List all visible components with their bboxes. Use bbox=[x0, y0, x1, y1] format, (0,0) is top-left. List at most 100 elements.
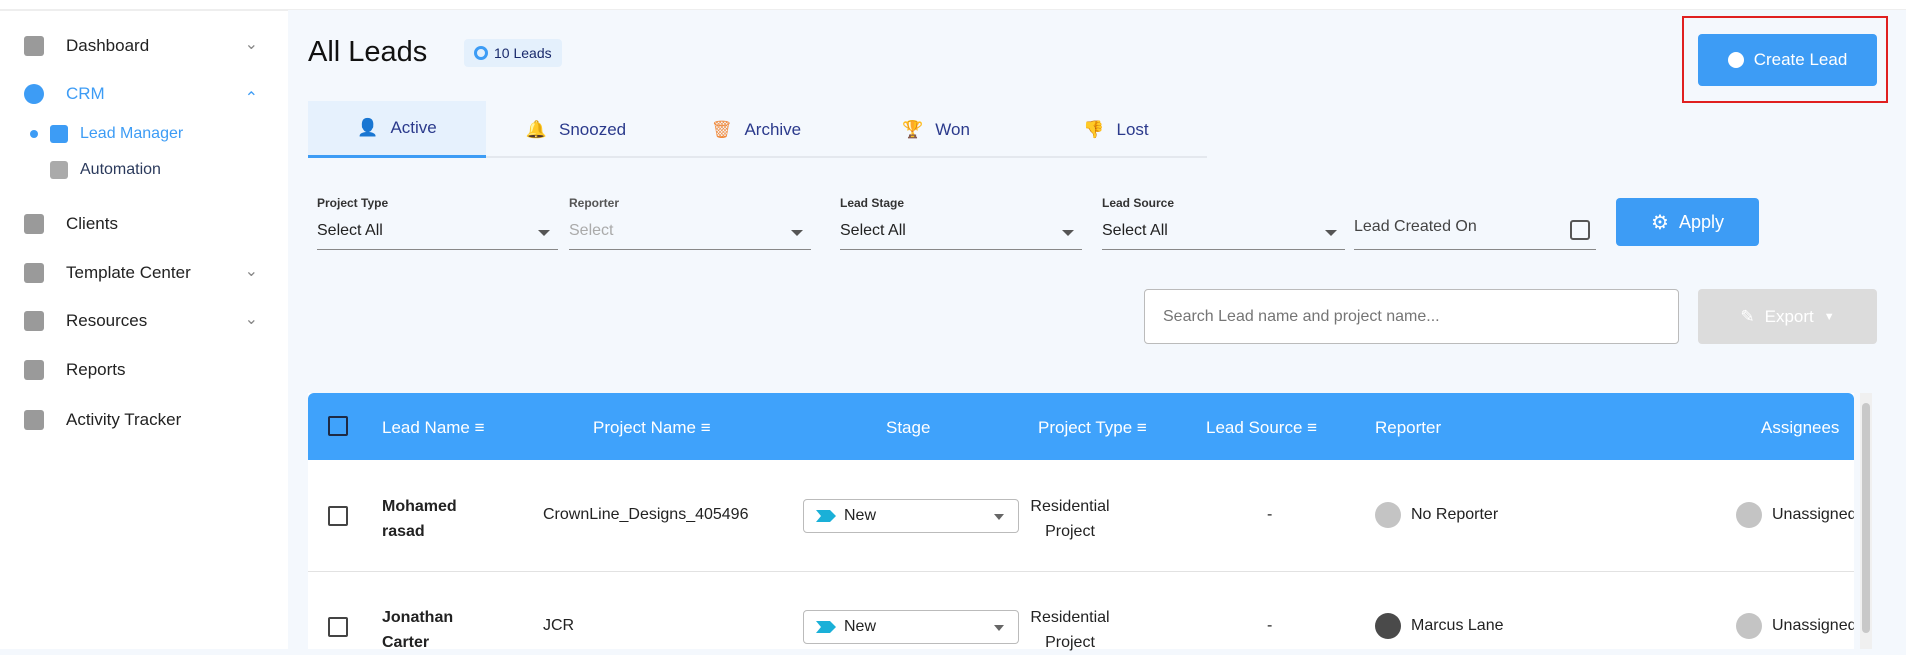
col-project-name[interactable]: Project Name ≡ bbox=[593, 418, 711, 438]
active-dot-icon bbox=[30, 130, 38, 138]
reporter: Marcus Lane bbox=[1375, 613, 1504, 639]
avatar bbox=[1736, 502, 1762, 528]
lead-source-filter[interactable]: Lead Source Select All bbox=[1102, 196, 1345, 250]
project-name: JCR bbox=[543, 617, 575, 634]
filter-label: Lead Source bbox=[1102, 196, 1175, 210]
project-type-line: Project bbox=[1045, 634, 1095, 651]
sidebar-label: CRM bbox=[66, 84, 105, 103]
sidebar-label: Template Center bbox=[66, 263, 191, 282]
search-input[interactable] bbox=[1144, 289, 1679, 344]
chevron-down-icon: ⌄ bbox=[244, 311, 258, 328]
scrollbar-thumb[interactable] bbox=[1862, 403, 1870, 633]
avatar bbox=[1375, 613, 1401, 639]
chevron-down-icon: ⌄ bbox=[244, 36, 258, 53]
tab-won[interactable]: 🏆 Won bbox=[846, 101, 1026, 158]
stage-value: New bbox=[844, 507, 877, 524]
col-lead-name[interactable]: Lead Name ≡ bbox=[382, 418, 485, 438]
col-reporter: Reporter bbox=[1375, 418, 1442, 437]
create-lead-button[interactable]: Create Lead bbox=[1698, 34, 1877, 86]
tab-label: Won bbox=[935, 119, 970, 139]
sidebar-item-template-center[interactable]: Template Center ⌄ bbox=[0, 253, 288, 293]
avatar bbox=[1736, 613, 1762, 639]
col-stage: Stage bbox=[886, 418, 931, 437]
resources-icon bbox=[24, 311, 44, 331]
button-label: Apply bbox=[1678, 211, 1724, 232]
row-checkbox[interactable] bbox=[328, 617, 348, 637]
sort-icon: ≡ bbox=[1307, 418, 1318, 437]
col-lead-source[interactable]: Lead Source ≡ bbox=[1206, 418, 1317, 438]
sort-icon: ≡ bbox=[1136, 418, 1147, 437]
sidebar-item-dashboard[interactable]: Dashboard ⌄ bbox=[0, 26, 288, 66]
sidebar-label: Automation bbox=[80, 161, 161, 178]
tab-archive[interactable]: 🗑 Archive bbox=[666, 101, 846, 158]
assignees[interactable]: Unassigned bbox=[1736, 613, 1854, 639]
sidebar-item-clients[interactable]: Clients bbox=[0, 204, 288, 244]
stage-value: New bbox=[844, 618, 877, 635]
select-all-checkbox[interactable] bbox=[328, 416, 348, 436]
stage-flag-icon bbox=[816, 621, 836, 633]
filter-label: Project Type bbox=[317, 196, 389, 210]
filter-value: Select All bbox=[317, 222, 383, 239]
sidebar: Dashboard ⌄ CRM ⌃ Lead Manager Automation … bbox=[0, 10, 288, 649]
reporter-name: Marcus Lane bbox=[1411, 617, 1504, 635]
filter-placeholder: Select bbox=[569, 222, 614, 239]
sidebar-item-reports[interactable]: Reports bbox=[0, 350, 288, 390]
sidebar-item-crm[interactable]: CRM ⌃ bbox=[0, 74, 288, 114]
stage-select[interactable]: New bbox=[803, 610, 1019, 644]
row-divider bbox=[308, 571, 1854, 572]
lead-stage-filter[interactable]: Lead Stage Select All bbox=[840, 196, 1082, 250]
lead-name-line: Jonathan bbox=[382, 609, 454, 626]
lead-created-on-filter[interactable]: Lead Created On bbox=[1354, 196, 1596, 250]
apply-button[interactable]: ⚙ Apply bbox=[1616, 198, 1759, 246]
lead-manager-icon bbox=[50, 125, 68, 143]
lead-name-line: Carter bbox=[382, 634, 430, 651]
reporter-name: No Reporter bbox=[1411, 506, 1499, 524]
tab-lost[interactable]: 👎 Lost bbox=[1026, 101, 1206, 158]
filter-label: Lead Stage bbox=[840, 196, 905, 210]
export-button[interactable]: ✎ Export ▼ bbox=[1698, 289, 1877, 344]
col-project-type[interactable]: Project Type ≡ bbox=[1038, 418, 1147, 438]
chevron-up-icon: ⌃ bbox=[244, 90, 258, 107]
assignee-name: Unassigned bbox=[1772, 506, 1854, 524]
clients-icon bbox=[24, 214, 44, 234]
filter-value: Select All bbox=[840, 222, 906, 239]
lead-name-line: rasad bbox=[382, 523, 425, 540]
project-type: Residential Project bbox=[1010, 605, 1130, 655]
sidebar-item-resources[interactable]: Resources ⌄ bbox=[0, 301, 288, 341]
dropdown-arrow-icon bbox=[538, 230, 550, 236]
sidebar-item-lead-manager[interactable]: Lead Manager bbox=[30, 125, 183, 143]
row-checkbox[interactable] bbox=[328, 506, 348, 526]
assignees[interactable]: Unassigned bbox=[1736, 502, 1854, 528]
reporter-filter[interactable]: Reporter Select bbox=[569, 196, 811, 250]
dropdown-arrow-icon bbox=[1325, 230, 1337, 236]
scrollbar-track[interactable] bbox=[1860, 393, 1872, 649]
automation-icon bbox=[50, 161, 68, 179]
button-label: Create Lead bbox=[1753, 50, 1848, 69]
lead-count: 10 Leads bbox=[494, 45, 552, 61]
tab-snoozed[interactable]: 🔔 Snoozed bbox=[486, 101, 666, 158]
sidebar-item-activity-tracker[interactable]: Activity Tracker bbox=[0, 400, 288, 440]
lead-name[interactable]: Jonathan Carter bbox=[382, 605, 453, 655]
calendar-icon[interactable] bbox=[1570, 220, 1590, 240]
dropdown-arrow-icon bbox=[1062, 230, 1074, 236]
lead-tabs: 👤 Active 🔔 Snoozed 🗑 Archive 🏆 Won 👎 Lost bbox=[308, 101, 1207, 158]
project-type-filter[interactable]: Project Type Select All bbox=[317, 196, 558, 250]
archive-icon: 🗑 bbox=[710, 119, 733, 139]
tab-label: Snoozed bbox=[559, 119, 627, 139]
thumbs-down-icon: 👎 bbox=[1083, 119, 1105, 139]
dashboard-icon bbox=[24, 36, 44, 56]
tab-label: Active bbox=[390, 118, 437, 137]
avatar bbox=[1375, 502, 1401, 528]
sidebar-item-automation[interactable]: Automation bbox=[50, 161, 161, 179]
sidebar-label: Reports bbox=[66, 360, 126, 379]
project-type-line: Project bbox=[1045, 523, 1095, 540]
tab-active[interactable]: 👤 Active bbox=[308, 101, 486, 158]
user-check-icon: 👤 bbox=[357, 118, 379, 137]
lead-name[interactable]: Mohamed rasad bbox=[382, 494, 457, 544]
column-label: Project Name bbox=[593, 418, 696, 437]
dropdown-arrow-icon bbox=[994, 625, 1004, 631]
column-label: Lead Source bbox=[1206, 418, 1303, 437]
column-label: Lead Name bbox=[382, 418, 470, 437]
reporter: No Reporter bbox=[1375, 502, 1498, 528]
stage-select[interactable]: New bbox=[803, 499, 1019, 533]
